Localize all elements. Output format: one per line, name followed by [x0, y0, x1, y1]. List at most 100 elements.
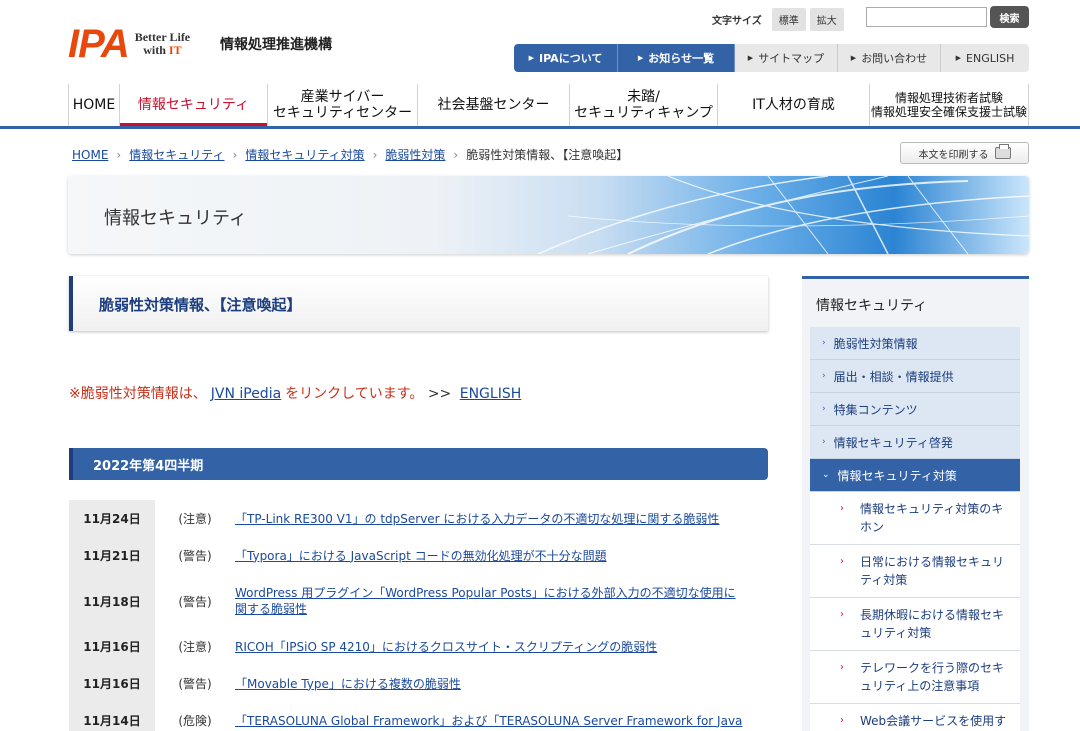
util-sitemap[interactable]: ▶ サイトマップ — [735, 44, 838, 72]
quarter-heading: 2022年第4四半期 — [69, 448, 768, 480]
chevron-right-icon: › — [116, 147, 122, 162]
chevron-right-icon: › — [453, 147, 459, 162]
vuln-date: 11月16日 — [69, 628, 155, 665]
vuln-link[interactable]: WordPress 用プラグイン「WordPress Popular Posts… — [235, 586, 736, 616]
font-size-large-button[interactable]: 拡大 — [809, 8, 844, 31]
sidebar-menu: › 脆弱性対策情報 › 届出・相談・情報提供 › 特集コンテンツ › 情報セキュリティ啓… — [810, 327, 1020, 731]
notice-suffix: をリンクしています。 — [285, 386, 424, 402]
arrow-icon: ▶ — [637, 54, 644, 62]
gnav-social-infra[interactable]: 社会基盤センター — [418, 84, 570, 126]
chevron-right-icon: › — [840, 503, 844, 514]
arrow-icon: ▶ — [955, 54, 962, 62]
chevron-right-icon: › — [822, 371, 826, 381]
arrow-icon: ▶ — [850, 54, 857, 62]
sidebar-subitem-telework[interactable]: › テレワークを行う際のセキュリティ上の注意事項 — [810, 651, 1020, 704]
chevron-right-icon: › — [822, 404, 826, 414]
notice-text: ※脆弱性対策情報は、 JVN iPedia をリンクしています。 >> ENGLIS… — [69, 383, 525, 403]
org-name: 情報処理推進機構 — [220, 37, 332, 53]
vuln-date: 11月24日 — [69, 500, 155, 537]
util-english[interactable]: ▶ ENGLISH — [941, 44, 1029, 72]
chevron-right-icon: › — [840, 715, 844, 726]
logo-mark: IPA — [68, 22, 130, 66]
arrow-icon: ▶ — [747, 54, 754, 62]
sidebar-item-features[interactable]: › 特集コンテンツ — [810, 393, 1020, 426]
jvn-ipedia-link[interactable]: JVN iPedia — [211, 386, 281, 402]
search-button[interactable]: 検索 — [990, 6, 1029, 28]
sidebar-subitem-holiday[interactable]: › 長期休暇における情報セキュリティ対策 — [810, 598, 1020, 651]
chevron-right-icon: › — [840, 609, 844, 620]
list-item: 11月18日 (警告) WordPress 用プラグイン「WordPress P… — [69, 574, 768, 628]
chevron-right-icon: › — [822, 338, 826, 348]
global-nav: HOME 情報セキュリティ 産業サイバー セキュリティセンター 社会基盤センター … — [68, 84, 1029, 126]
english-link[interactable]: ENGLISH — [460, 386, 522, 402]
breadcrumb-current: 脆弱性対策情報、【注意喚起】 — [466, 148, 629, 162]
breadcrumb-vuln-measures[interactable]: 脆弱性対策 — [385, 146, 445, 163]
section-banner: 情報セキュリティ — [68, 176, 1029, 254]
font-size-control: 文字サイズ 標準 拡大 — [712, 8, 844, 31]
sidebar-item-measures[interactable]: ⌄ 情報セキュリティ対策 — [810, 459, 1020, 492]
printer-icon — [994, 144, 1011, 159]
chevron-right-icon: › — [232, 147, 238, 162]
sidebar-heading: 情報セキュリティ — [816, 298, 928, 314]
print-button-label: 本文を印刷する — [918, 149, 989, 161]
ipa-logo[interactable]: IPA Better Life with IT — [68, 24, 190, 64]
vuln-severity: (危険) — [178, 714, 212, 728]
vuln-link[interactable]: 「TP-Link RE300 V1」の tdpServer における入力データの… — [235, 512, 719, 526]
vuln-severity: (警告) — [178, 594, 212, 609]
chevron-down-icon: ⌄ — [822, 470, 830, 480]
list-item: 11月21日 (警告) 「Typora」における JavaScript コードの… — [69, 537, 768, 574]
page-title: 脆弱性対策情報、【注意喚起】 — [99, 296, 302, 314]
gnav-mitou[interactable]: 未踏/セキュリティキャンプ — [570, 84, 718, 126]
chevron-right-icon: › — [840, 662, 844, 673]
gnav-exam[interactable]: 情報処理技術者試験 情報処理安全確保支援士試験 — [870, 84, 1029, 126]
gnav-home[interactable]: HOME — [68, 84, 120, 126]
util-contact[interactable]: ▶ お問い合わせ — [838, 44, 941, 72]
vuln-link[interactable]: 「Movable Type」における複数の脆弱性 — [235, 677, 461, 691]
logo-tagline: Better Life with IT — [134, 30, 191, 57]
font-size-standard-button[interactable]: 標準 — [771, 8, 806, 31]
vuln-severity: (警告) — [178, 549, 212, 563]
chevron-right-icon: › — [840, 556, 844, 567]
banner-title: 情報セキュリティ — [104, 208, 247, 229]
breadcrumb: HOME › 情報セキュリティ › 情報セキュリティ対策 › 脆弱性対策 › 脆… — [72, 146, 628, 163]
search-input[interactable] — [866, 7, 987, 27]
vuln-link[interactable]: RICOH「IPSiO SP 4210」におけるクロスサイト・スクリプティングの… — [235, 640, 657, 654]
vuln-date: 11月21日 — [69, 537, 155, 574]
sidebar-subitem-basics[interactable]: › 情報セキュリティ対策のキホン — [810, 492, 1020, 545]
sidebar-item-report[interactable]: › 届出・相談・情報提供 — [810, 360, 1020, 393]
gnav-icscoe[interactable]: 産業サイバー セキュリティセンター — [268, 84, 418, 126]
list-item: 11月16日 (警告) 「Movable Type」における複数の脆弱性 — [69, 665, 768, 702]
sidebar-item-vuln-info[interactable]: › 脆弱性対策情報 — [810, 327, 1020, 360]
vulnerability-list: 11月24日 (注意) 「TP-Link RE300 V1」の tdpServe… — [69, 500, 768, 731]
list-item: 11月16日 (注意) RICOH「IPSiO SP 4210」におけるクロスサ… — [69, 628, 768, 665]
gnav-info-security[interactable]: 情報セキュリティ — [120, 84, 268, 126]
global-nav-bar — [0, 126, 1080, 129]
vuln-severity: (警告) — [178, 677, 212, 691]
print-button[interactable]: 本文を印刷する — [900, 142, 1029, 164]
util-news[interactable]: ▶ お知らせ一覧 — [618, 44, 735, 72]
page-title-box: 脆弱性対策情報、【注意喚起】 — [69, 276, 768, 331]
gnav-it-human[interactable]: IT人材の育成 — [718, 84, 870, 126]
breadcrumb-security-measures[interactable]: 情報セキュリティ対策 — [245, 146, 364, 163]
notice-prefix: ※脆弱性対策情報は、 — [69, 386, 207, 402]
sidebar: 情報セキュリティ › 脆弱性対策情報 › 届出・相談・情報提供 › 特集コンテンツ ›… — [802, 276, 1029, 731]
vuln-link[interactable]: 「TERASOLUNA Global Framework」および「TERASOL… — [235, 714, 742, 728]
chevron-right-icon: › — [372, 147, 378, 162]
util-ipa-about[interactable]: ▶ IPAについて — [514, 44, 618, 72]
vuln-date: 11月16日 — [69, 665, 155, 702]
notice-arrows: >> — [427, 386, 452, 402]
list-item: 11月24日 (注意) 「TP-Link RE300 V1」の tdpServe… — [69, 500, 768, 537]
vuln-severity: (注意) — [178, 512, 212, 526]
sidebar-item-awareness[interactable]: › 情報セキュリティ啓発 — [810, 426, 1020, 459]
sidebar-subitem-webmeeting[interactable]: ›Web会議サービスを使用する際のセキュリティ上の注 — [810, 704, 1020, 731]
breadcrumb-home[interactable]: HOME — [72, 148, 108, 162]
font-size-label: 文字サイズ — [712, 16, 762, 27]
vuln-severity: (注意) — [178, 640, 212, 654]
arrow-icon: ▶ — [528, 54, 535, 62]
vuln-date: 11月18日 — [69, 574, 155, 628]
list-item: 11月14日 (危険) 「TERASOLUNA Global Framework… — [69, 702, 768, 731]
vuln-date: 11月14日 — [69, 702, 155, 731]
vuln-link[interactable]: 「Typora」における JavaScript コードの無効化処理が不十分な問題 — [235, 549, 607, 563]
sidebar-subitem-daily[interactable]: › 日常における情報セキュリティ対策 — [810, 545, 1020, 598]
breadcrumb-info-security[interactable]: 情報セキュリティ — [129, 146, 224, 163]
